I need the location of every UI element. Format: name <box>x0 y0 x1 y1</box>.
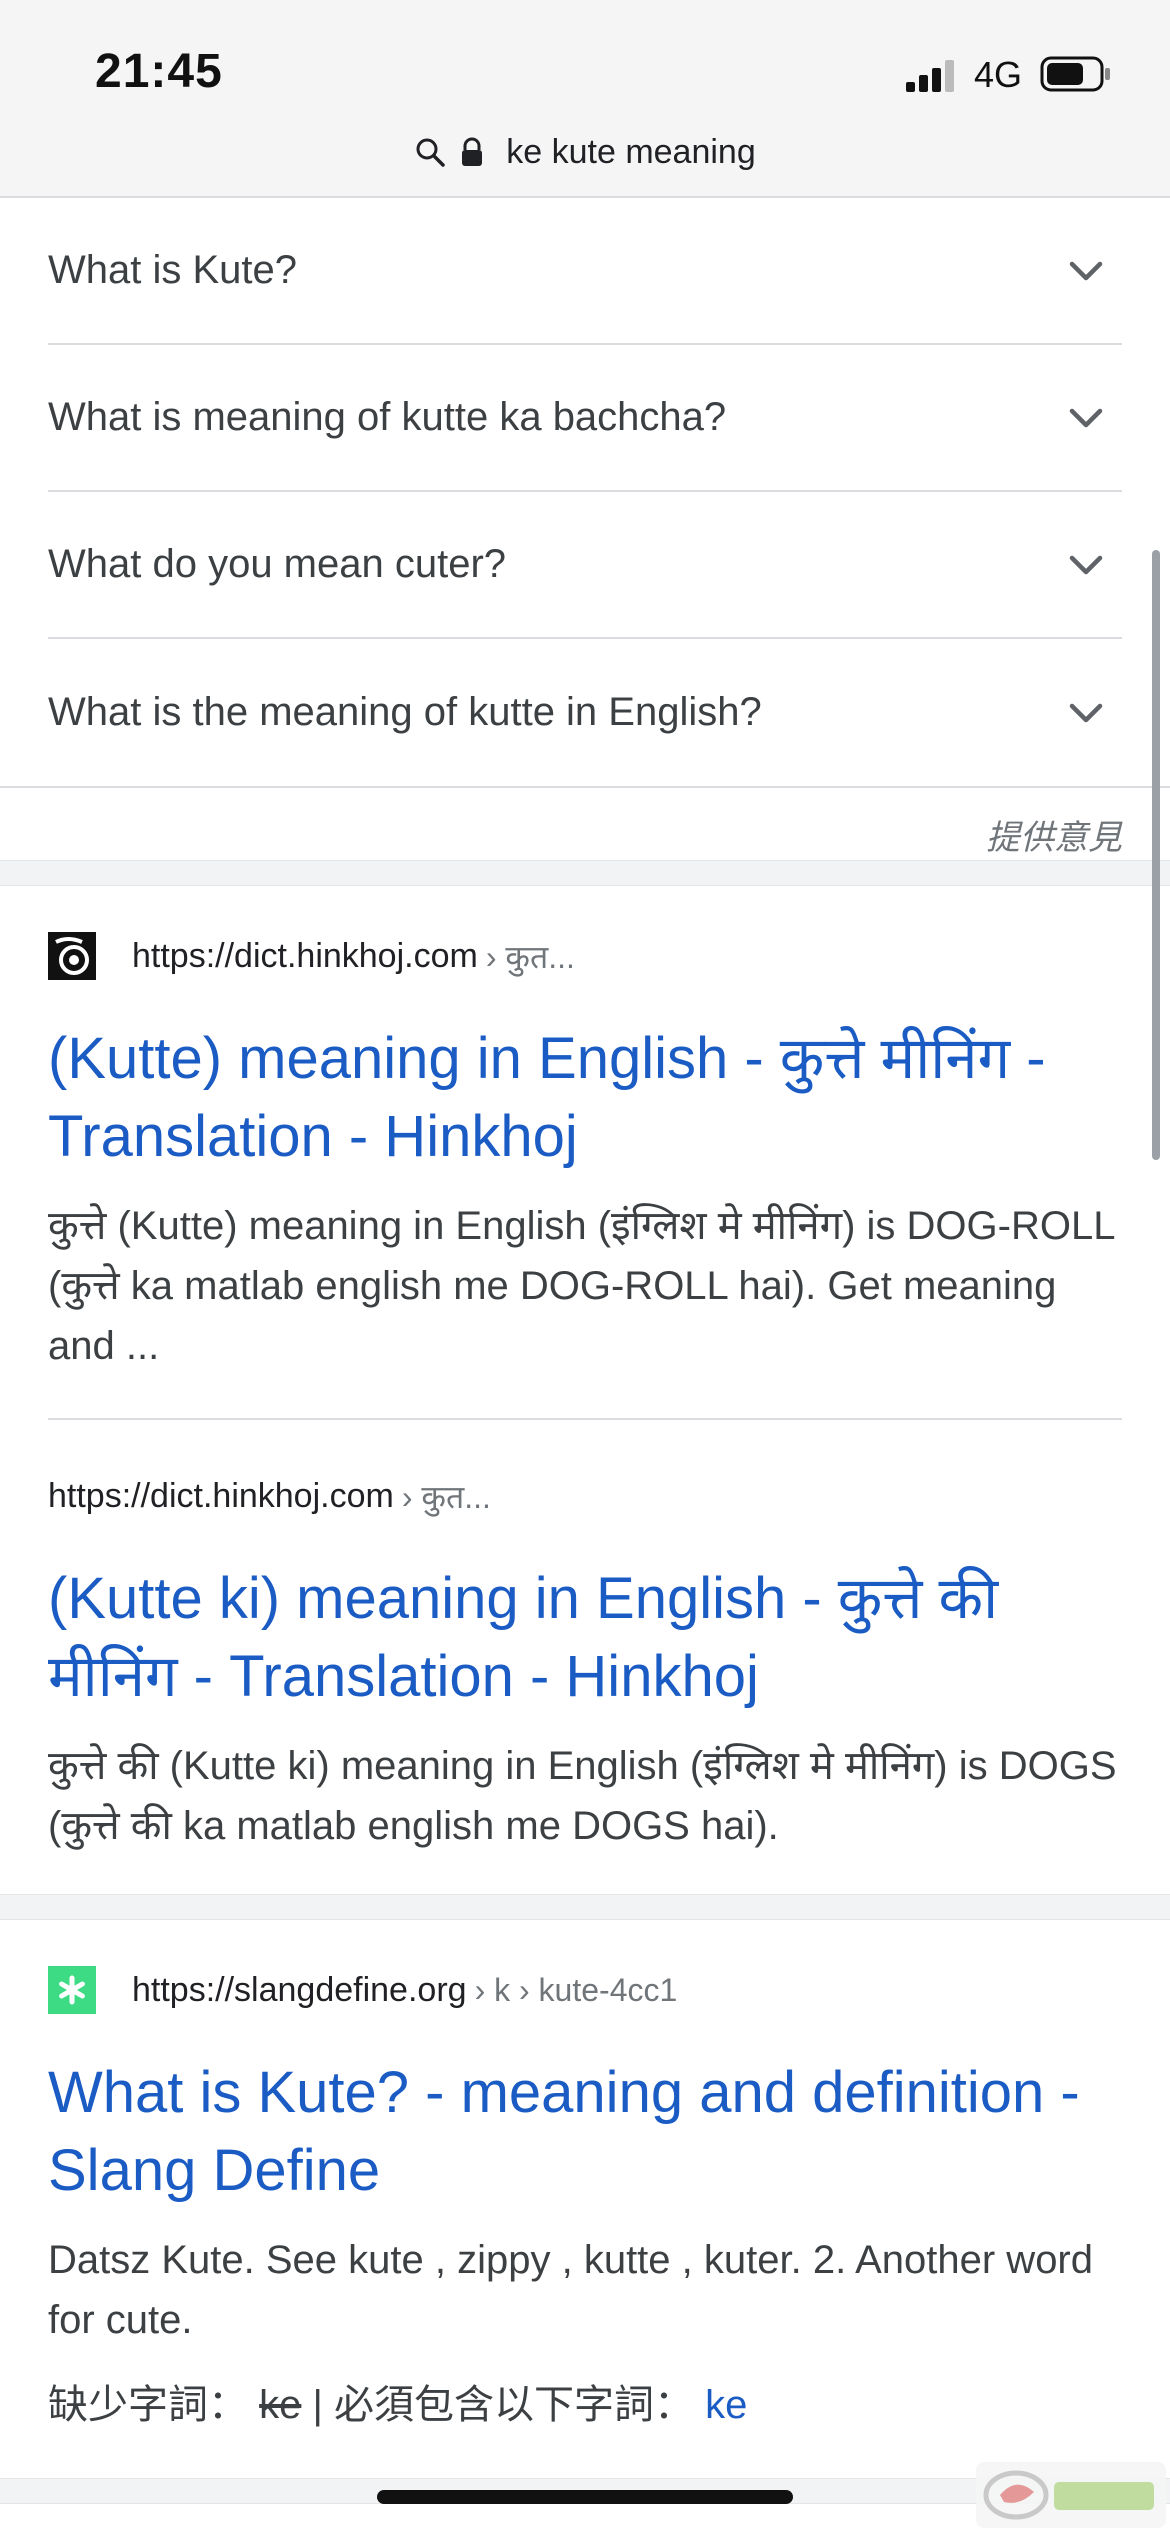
result-citation[interactable]: https://slangdefine.org › k › kute-4cc1 <box>48 1962 1122 2018</box>
result-citation[interactable]: https://dict.hinkhoj.com › कुत... <box>48 1468 1122 1524</box>
search-icon <box>416 138 445 167</box>
scrollbar[interactable] <box>1152 550 1160 1160</box>
result-snippet: Datsz Kute. See kute , zippy , kutte , k… <box>48 2238 1093 2342</box>
network-type: 4G <box>974 54 1023 95</box>
paa-question[interactable]: What is meaning of kutte ka bachcha? <box>48 345 1122 492</box>
feedback-link[interactable]: 提供意見 <box>986 810 1122 859</box>
cellular-signal-icon <box>906 60 954 92</box>
paa-question[interactable]: What is Kute? <box>48 198 1122 345</box>
hinkhoj-favicon-icon <box>48 932 96 980</box>
paa-question[interactable]: What do you mean cuter? <box>48 492 1122 639</box>
missing-terms-label: 缺少字詞： <box>48 2383 248 2427</box>
paa-question[interactable]: What is the meaning of kutte in English? <box>48 639 1122 786</box>
result-title-link[interactable]: What is Kute? - meaning and definition -… <box>48 2054 1122 2210</box>
missing-terms: 缺少字詞： ke | 必須包含以下字詞： ke <box>48 2372 1122 2430</box>
result-url: https://dict.hinkhoj.com <box>132 936 478 975</box>
must-include-label: | 必須包含以下字詞： <box>312 2383 695 2427</box>
result-title-link[interactable]: (Kutte) meaning in English - कुत्ते मीनि… <box>48 1020 1122 1176</box>
browser-top-bar: 21:45 4G ke kute meaning <box>0 0 1170 198</box>
result-breadcrumb: › कुत... <box>485 938 575 975</box>
address-bar[interactable]: ke kute meaning <box>0 124 1170 180</box>
section-separator <box>0 860 1170 886</box>
paa-question-text: What is Kute? <box>48 248 298 292</box>
result-breadcrumb: › k › kute-4cc1 <box>474 1971 678 2008</box>
search-result: https://dict.hinkhoj.com › कुत... (Kutte… <box>48 1468 1122 1856</box>
search-result: https://slangdefine.org › k › kute-4cc1 … <box>48 1962 1122 2430</box>
result-url: https://slangdefine.org <box>132 1970 467 2009</box>
battery-icon <box>1040 56 1110 92</box>
chevron-down-icon <box>1069 408 1103 427</box>
status-time: 21:45 <box>95 45 223 98</box>
slangdefine-favicon-icon <box>48 1966 96 2014</box>
chevron-down-icon <box>1069 555 1103 574</box>
watermark-logo <box>976 2462 1166 2528</box>
paa-question-text: What is the meaning of kutte in English? <box>48 690 762 734</box>
section-separator <box>0 1894 1170 1920</box>
home-indicator[interactable] <box>377 2490 793 2504</box>
paa-question-text: What is meaning of kutte ka bachcha? <box>48 395 727 439</box>
search-result: https://dict.hinkhoj.com › कुत... (Kutte… <box>48 928 1122 1376</box>
chevron-down-icon <box>1069 261 1103 280</box>
result-breadcrumb: › कुत... <box>401 1478 491 1515</box>
must-include-link[interactable]: ke <box>705 2383 747 2427</box>
result-title-link[interactable]: (Kutte ki) meaning in English - कुत्ते क… <box>48 1560 1122 1716</box>
lock-icon <box>462 137 483 166</box>
people-also-ask: What is Kute? What is meaning of kutte k… <box>0 198 1170 896</box>
missing-term: ke <box>259 2383 302 2427</box>
chevron-down-icon <box>1069 703 1103 722</box>
result-snippet: कुत्ते की (Kutte ki) meaning in English … <box>48 1744 1117 1848</box>
paa-question-text: What do you mean cuter? <box>48 542 507 586</box>
address-bar-query: ke kute meaning <box>506 132 756 171</box>
result-snippet: कुत्ते (Kutte) meaning in English (इंग्ल… <box>48 1204 1114 1368</box>
result-citation[interactable]: https://dict.hinkhoj.com › कुत... <box>48 928 1122 984</box>
result-url: https://dict.hinkhoj.com <box>48 1476 394 1515</box>
result-divider <box>48 1418 1122 1420</box>
